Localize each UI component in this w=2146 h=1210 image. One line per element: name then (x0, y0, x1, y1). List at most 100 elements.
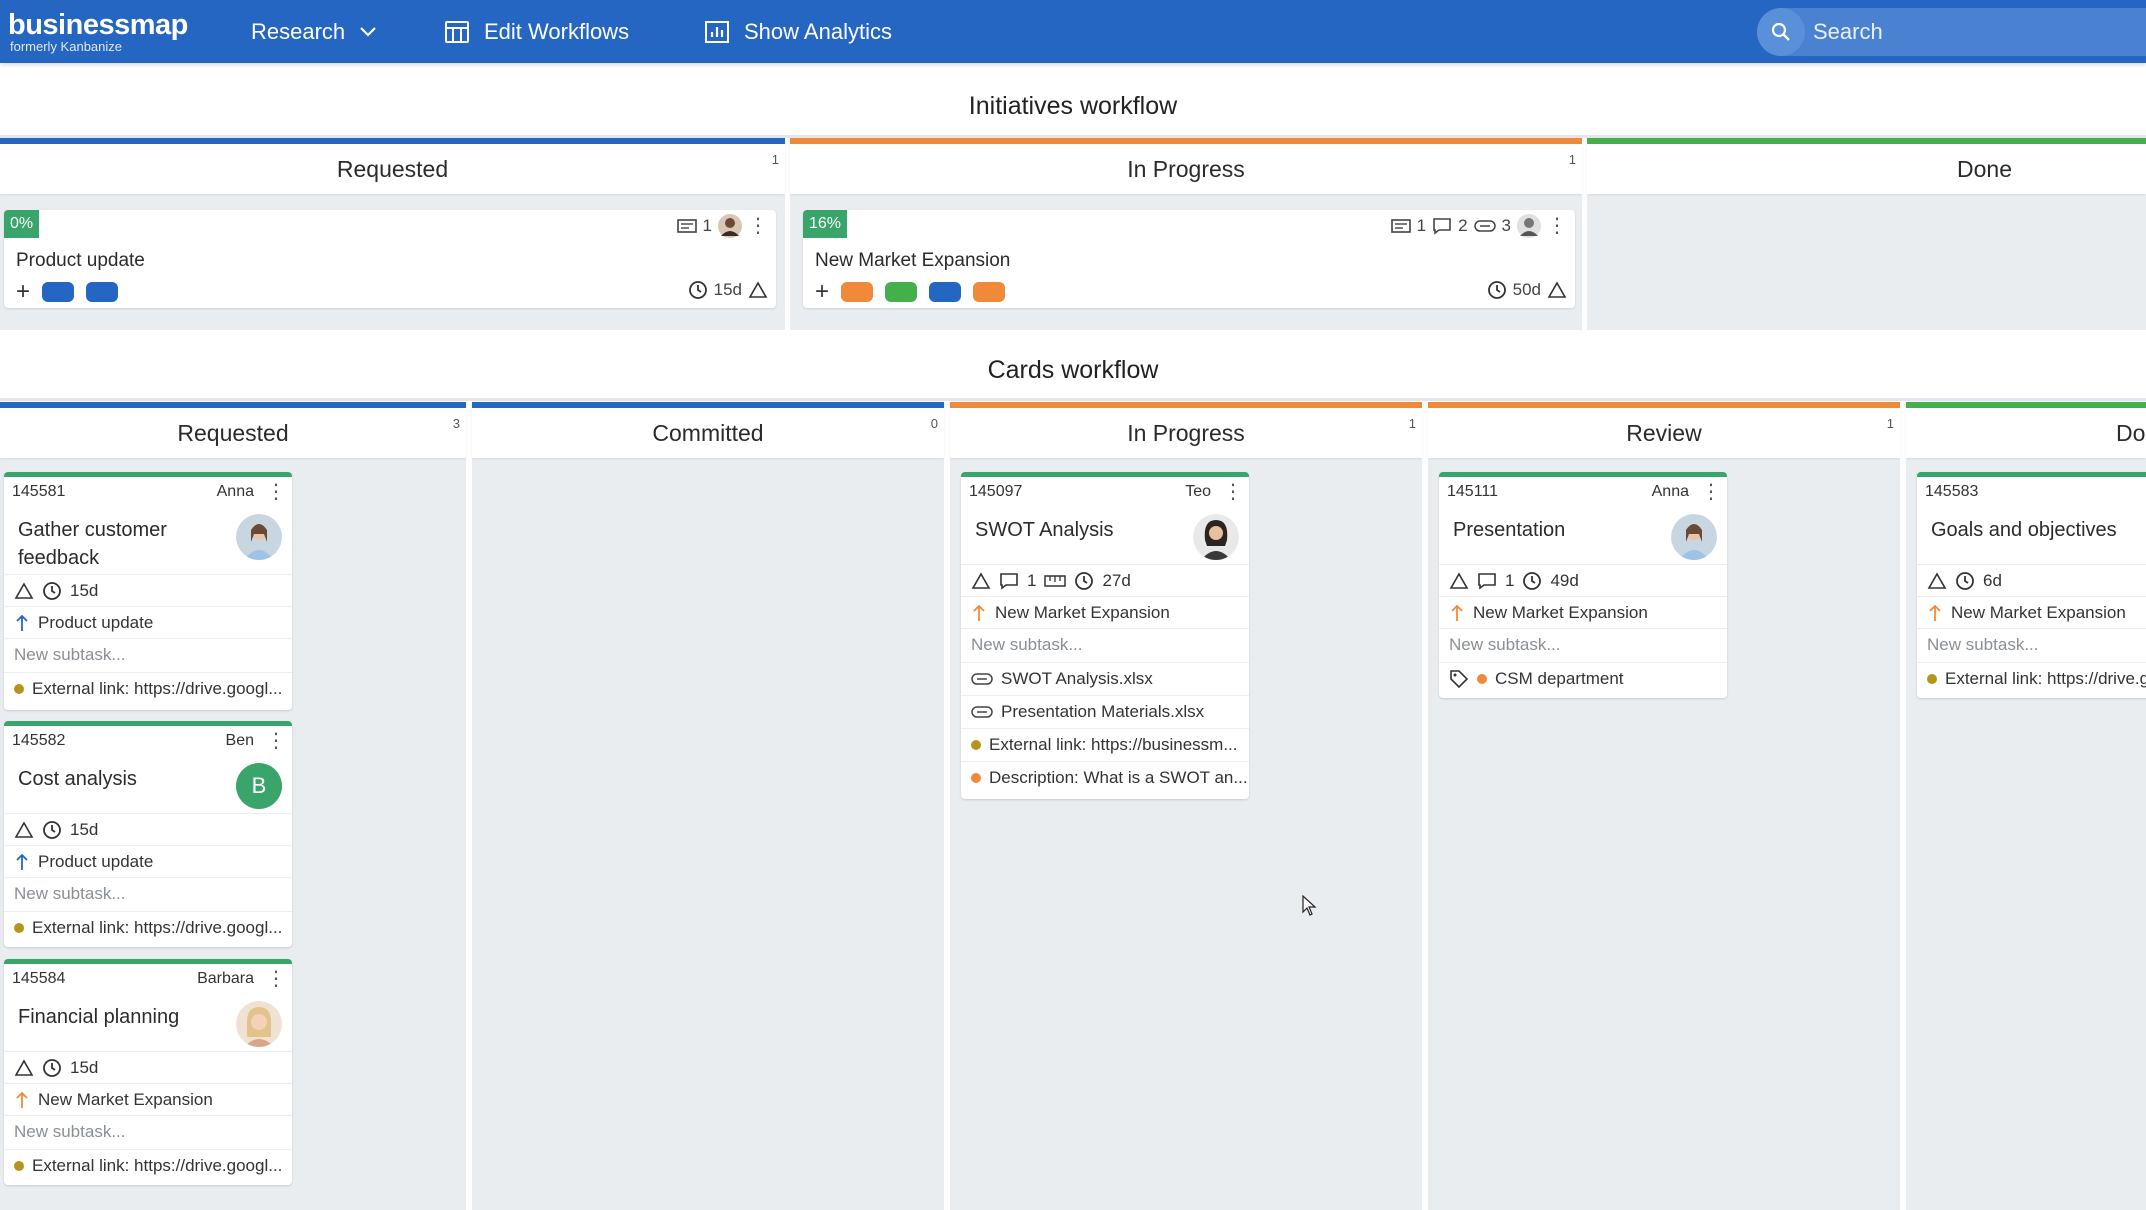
card-menu-icon[interactable]: ⋮ (266, 731, 286, 751)
card-title[interactable]: Gather customer feedback (18, 516, 228, 572)
card-title[interactable]: Cost analysis (18, 765, 228, 793)
card-id[interactable]: 145581 (12, 483, 65, 501)
card-stats: 15d (4, 574, 292, 606)
parent-link[interactable]: New Market Expansion (1439, 596, 1727, 628)
edit-workflows-button[interactable]: Edit Workflows (444, 0, 629, 63)
column-header[interactable]: Requested 3 (0, 408, 466, 458)
new-subtask-input[interactable]: New subtask... (961, 628, 1249, 660)
attachment-row[interactable]: Presentation Materials.xlsx (961, 695, 1249, 727)
add-tag-icon[interactable]: + (815, 280, 829, 304)
column-header[interactable]: In Progress 1 (950, 408, 1422, 458)
card-id[interactable]: 145583 (1925, 483, 1978, 501)
mouse-cursor-icon (1302, 895, 1317, 916)
description-row[interactable]: Description: What is a SWOT an... (961, 761, 1249, 793)
child-card-pill[interactable] (885, 282, 918, 302)
child-card-pill[interactable] (86, 282, 119, 302)
due-days: 49d (1550, 570, 1579, 590)
attachment-name: Presentation Materials.xlsx (1001, 701, 1205, 721)
card-owner[interactable]: Anna (217, 483, 254, 501)
parent-link[interactable]: Product update (4, 845, 292, 877)
card-owner[interactable]: Anna (1652, 483, 1689, 501)
parent-link[interactable]: Product update (4, 606, 292, 638)
column-header[interactable]: Done (1587, 144, 2146, 194)
card-menu-icon[interactable]: ⋮ (748, 216, 768, 236)
external-link-row[interactable]: External link: https://businessm... (961, 728, 1249, 760)
card-id[interactable]: 145097 (969, 483, 1022, 501)
column-header[interactable]: Committed 0 (472, 408, 944, 458)
initiative-card[interactable]: 0% 1 ⋮ Product update + 15d (4, 210, 776, 308)
new-subtask-input[interactable]: New subtask... (1917, 628, 2146, 660)
child-card-pill[interactable] (42, 282, 75, 302)
parent-link[interactable]: New Market Expansion (1917, 596, 2146, 628)
businessmap-logo[interactable]: businessmap formerly Kanbanize (8, 10, 188, 54)
avatar[interactable] (1193, 514, 1239, 560)
new-subtask-input[interactable]: New subtask... (4, 877, 292, 909)
user-avatar[interactable] (1517, 214, 1541, 238)
card-menu-icon[interactable]: ⋮ (266, 482, 286, 502)
card-menu-icon[interactable]: ⋮ (1701, 482, 1721, 502)
child-card-pill[interactable] (973, 282, 1006, 302)
parent-link[interactable]: New Market Expansion (961, 596, 1249, 628)
field-dot (971, 739, 981, 750)
attachment-name: SWOT Analysis.xlsx (1001, 668, 1153, 688)
avatar[interactable] (1671, 514, 1717, 560)
column-count: 0 (930, 416, 938, 431)
card-owner[interactable]: Teo (1185, 483, 1211, 501)
task-card[interactable]: 145097 Teo ⋮ SWOT Analysis 1 27d New Mark… (961, 472, 1249, 799)
warning-icon (14, 581, 34, 599)
column-header[interactable]: Requested 1 (0, 144, 785, 194)
column-header[interactable]: Do (1906, 408, 2146, 458)
avatar[interactable]: B (236, 763, 282, 809)
new-subtask-input[interactable]: New subtask... (4, 638, 292, 670)
arrow-up-icon (16, 853, 28, 870)
new-subtask-input[interactable]: New subtask... (1439, 628, 1727, 660)
card-menu-icon[interactable]: ⋮ (1223, 482, 1243, 502)
child-card-pill[interactable] (929, 282, 962, 302)
card-title[interactable]: Goals and objectives (1931, 516, 2141, 544)
card-header: 145097 Teo ⋮ (961, 477, 1249, 507)
external-link-row[interactable]: External link: https://drive.g (1917, 662, 2146, 694)
attachment-row[interactable]: SWOT Analysis.xlsx (961, 662, 1249, 694)
clock-icon (1956, 571, 1974, 590)
search-input[interactable] (1813, 19, 2113, 45)
task-card[interactable]: 145111 Anna ⋮ Presentation 1 49d New Mark… (1439, 472, 1727, 698)
search-icon[interactable] (1757, 8, 1805, 56)
avatar[interactable] (236, 514, 282, 560)
task-card[interactable]: 145581 Anna ⋮ Gather customer feedback 15… (4, 472, 292, 710)
card-menu-icon[interactable]: ⋮ (1547, 216, 1567, 236)
child-card-pill[interactable] (841, 282, 874, 302)
card-title[interactable]: Presentation (1453, 516, 1663, 544)
card-id[interactable]: 145582 (12, 732, 65, 750)
task-card[interactable]: 145584 Barbara ⋮ Financial planning 15d N… (4, 959, 292, 1185)
external-link-row[interactable]: External link: https://drive.googl... (4, 1149, 292, 1181)
card-menu-icon[interactable]: ⋮ (266, 969, 286, 989)
new-subtask-input[interactable]: New subtask... (4, 1115, 292, 1147)
initiatives-column-done: Done (1587, 138, 2146, 330)
analytics-icon (705, 20, 729, 43)
task-card[interactable]: 145582 Ben ⋮ Cost analysis B 15d Product … (4, 721, 292, 947)
card-id[interactable]: 145111 (1447, 483, 1498, 501)
card-owner[interactable]: Ben (226, 732, 254, 750)
card-title[interactable]: SWOT Analysis (975, 516, 1185, 544)
warning-icon (14, 820, 34, 838)
arrow-up-icon (16, 614, 28, 631)
show-analytics-button[interactable]: Show Analytics (704, 0, 892, 63)
tag-row[interactable]: CSM department (1439, 662, 1727, 694)
column-header[interactable]: In Progress 1 (790, 144, 1582, 194)
column-header[interactable]: Review 1 (1428, 408, 1900, 458)
avatar[interactable] (236, 1001, 282, 1047)
initiative-card[interactable]: 16% 1 2 3 ⋮ New Market Expansion + 50d (803, 210, 1575, 308)
task-card[interactable]: 145583 Goals and objectives 6d New Marke… (1917, 472, 2146, 698)
add-tag-icon[interactable]: + (16, 280, 30, 304)
external-link-row[interactable]: External link: https://drive.googl... (4, 672, 292, 704)
external-link-row[interactable]: External link: https://drive.googl... (4, 911, 292, 943)
card-owner[interactable]: Barbara (197, 970, 254, 988)
parent-link[interactable]: New Market Expansion (4, 1083, 292, 1115)
initiative-title[interactable]: Product update (16, 250, 145, 272)
card-id[interactable]: 145584 (12, 970, 65, 988)
user-avatar[interactable] (718, 214, 742, 238)
card-title[interactable]: Financial planning (18, 1003, 228, 1031)
initiative-title[interactable]: New Market Expansion (815, 250, 1010, 272)
research-menu[interactable]: Research (251, 0, 377, 63)
search-box[interactable] (1757, 8, 2146, 56)
